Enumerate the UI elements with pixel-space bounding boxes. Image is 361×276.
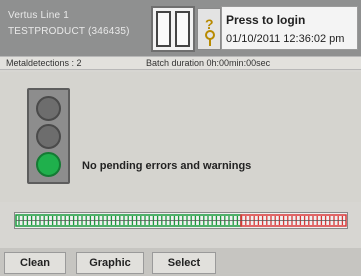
key-glyph: ? (205, 16, 215, 46)
progress-ticks (15, 214, 347, 227)
document-panels-icon[interactable] (151, 6, 195, 52)
product-name: TESTPRODUCT (346435) (8, 26, 130, 37)
red-lamp (36, 96, 61, 121)
yellow-lamp (36, 124, 61, 149)
svg-text:?: ? (205, 16, 214, 32)
graphic-button[interactable]: Graphic (76, 252, 144, 274)
green-lamp (36, 152, 61, 177)
select-button[interactable]: Select (152, 252, 216, 274)
login-button[interactable]: Press to login 01/10/2011 12:36:02 pm (221, 6, 358, 50)
metal-detections-count: Metaldetections : 2 (6, 58, 82, 68)
right-pane-glyph (175, 11, 190, 47)
datetime-display: 01/10/2011 12:36:02 pm (226, 33, 345, 45)
status-bar: Metaldetections : 2 Batch duration 0h:00… (0, 56, 361, 70)
login-title: Press to login (226, 13, 306, 27)
left-pane-glyph (156, 11, 171, 47)
status-message: No pending errors and warnings (82, 160, 252, 172)
batch-progress-bar (14, 212, 348, 229)
key-question-icon[interactable]: ? (197, 8, 221, 50)
batch-duration: Batch duration 0h:00min:00sec (146, 58, 271, 68)
line-name: Vertus Line 1 (8, 10, 69, 21)
traffic-light-icon (27, 88, 70, 184)
clean-button[interactable]: Clean (4, 252, 66, 274)
